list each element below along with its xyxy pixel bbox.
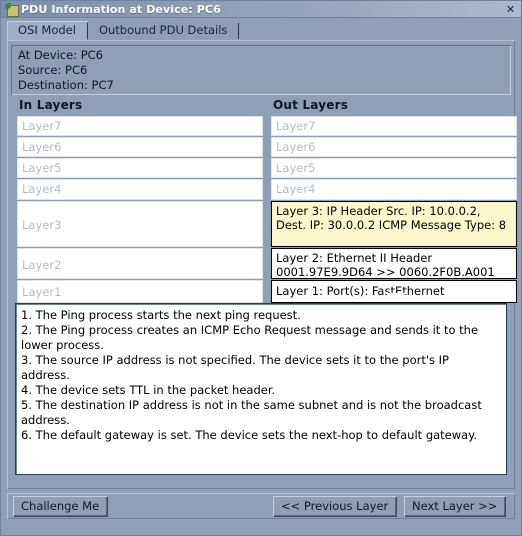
tab-osi-model[interactable]: OSI Model — [7, 21, 88, 40]
in-layers-column: In Layers Layer7 Layer6 Layer5 Layer4 La… — [17, 98, 263, 304]
at-device-label: At Device: PC6 — [18, 48, 103, 62]
tab-separator — [238, 23, 240, 39]
in-layer-6[interactable]: Layer6 — [17, 137, 263, 157]
next-layer-button[interactable]: Next Layer >> — [404, 496, 506, 516]
window-title: PDU Information at Device: PC6 — [21, 2, 221, 16]
out-layer-6[interactable]: Layer6 — [271, 137, 517, 157]
in-layer-3[interactable]: Layer3 — [17, 201, 263, 247]
button-bar: Challenge Me << Previous Layer Next Laye… — [7, 493, 515, 519]
out-layer-3[interactable]: Layer 3: IP Header Src. IP: 10.0.0.2, De… — [271, 201, 517, 247]
in-layers-title: In Layers — [19, 98, 83, 112]
destination-label: Destination: PC7 — [18, 78, 114, 92]
tab-osi-model-label: OSI Model — [18, 23, 76, 37]
out-layers-column: Out Layers Layer7 Layer6 Layer5 Layer4 L… — [271, 98, 517, 304]
challenge-me-button[interactable]: Challenge Me — [13, 496, 108, 516]
tab-outbound-pdu-details-label: Outbound PDU Details — [98, 23, 228, 37]
out-layers-title: Out Layers — [273, 98, 349, 112]
in-layer-7[interactable]: Layer7 — [17, 116, 263, 136]
out-layer-4[interactable]: Layer4 — [271, 179, 517, 200]
packet-tracer-icon — [5, 2, 19, 17]
osi-model-panel: At Device: PC6 Source: PC6 Destination: … — [7, 40, 517, 489]
device-info-box: At Device: PC6 Source: PC6 Destination: … — [11, 45, 511, 95]
down-arrow-icon — [385, 293, 407, 302]
layer-description-text: 1. The Ping process starts the next ping… — [21, 308, 482, 442]
in-layer-1[interactable]: Layer1 — [17, 280, 263, 303]
in-layer-2[interactable]: Layer2 — [17, 248, 263, 279]
pdu-information-window: PDU Information at Device: PC6 ✕ OSI Mod… — [0, 0, 522, 536]
previous-layer-button[interactable]: << Previous Layer — [273, 496, 397, 516]
out-layer-5[interactable]: Layer5 — [271, 158, 517, 178]
in-layer-4[interactable]: Layer4 — [17, 179, 263, 200]
tab-strip: OSI Model Outbound PDU Details — [1, 18, 521, 40]
in-layer-5[interactable]: Layer5 — [17, 158, 263, 178]
close-icon[interactable]: ✕ — [504, 3, 517, 16]
source-label: Source: PC6 — [18, 63, 88, 77]
tab-outbound-pdu-details[interactable]: Outbound PDU Details — [87, 21, 240, 40]
title-bar: PDU Information at Device: PC6 ✕ — [1, 1, 521, 18]
out-layer-7[interactable]: Layer7 — [271, 116, 517, 136]
out-layer-2[interactable]: Layer 2: Ethernet II Header 0001.97E9.9D… — [271, 248, 517, 279]
layer-description-panel[interactable]: 1. The Ping process starts the next ping… — [15, 303, 507, 475]
layer-columns: In Layers Layer7 Layer6 Layer5 Layer4 La… — [11, 98, 517, 303]
